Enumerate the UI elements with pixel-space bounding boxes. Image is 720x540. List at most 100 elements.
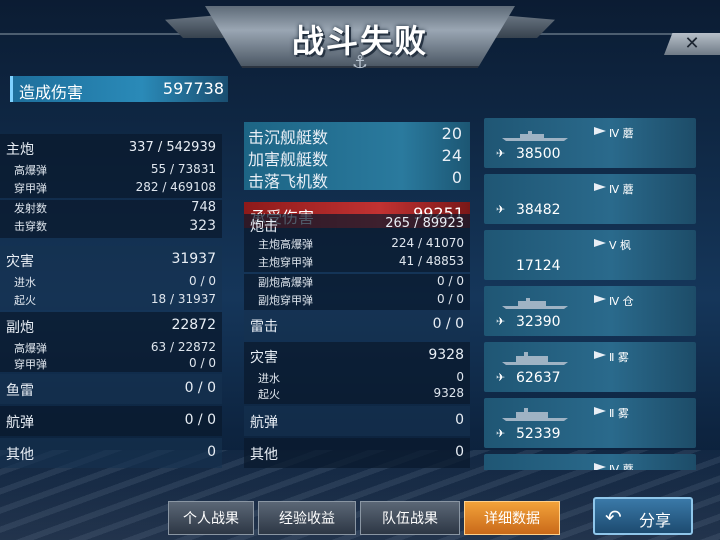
dealt-bomb-label: 航弹 — [6, 415, 34, 431]
kills-sunk-value: 20 — [441, 124, 462, 143]
dealt-pen-label: 击穿数 — [14, 220, 47, 233]
dealt-flood-row: 进水 0 / 0 — [0, 274, 222, 292]
dealt-sec-he-label: 高爆弹 — [14, 342, 47, 355]
ship-tier: Ⅱ 雾 — [609, 407, 629, 420]
dealt-fire-label: 起火 — [14, 294, 36, 307]
dealt-sec-he-value: 63 / 22872 — [150, 340, 216, 354]
tab-team-results[interactable]: 队伍战果 — [360, 501, 460, 535]
dealt-bomb-row: 航弹 0 / 0 — [0, 406, 222, 436]
dealt-sec-he-row: 高爆弹 63 / 22872 — [0, 340, 222, 356]
ship-card[interactable]: Ⅴ 枫 17124 — [484, 230, 696, 280]
kills-damaged-label: 加害舰艇数 — [248, 150, 329, 169]
taken-torpedo-value: 0 / 0 — [432, 316, 464, 332]
dealt-secondary-value: 22872 — [171, 317, 216, 333]
ship-silhouette-icon — [502, 408, 568, 421]
damage-icon: ✈ — [496, 315, 506, 328]
dealt-main-gun-value: 337 / 542939 — [128, 140, 216, 155]
back-arrow-icon: ↶ — [605, 505, 622, 529]
kills-panel: 击沉舰艇数 20 加害舰艇数 24 击落飞机数 0 — [244, 122, 470, 191]
taken-bomb-row: 航弹 0 — [244, 406, 470, 436]
taken-fire-label: 起火 — [258, 388, 280, 401]
dealt-main-gun-label: 主炮 — [6, 142, 34, 158]
taken-disaster-value: 9328 — [428, 347, 464, 363]
dealt-fire-row: 起火 18 / 31937 — [0, 292, 222, 310]
tab-exp-rewards[interactable]: 经验收益 — [258, 501, 356, 535]
taken-disaster-row: 灾害 9328 — [244, 342, 470, 370]
ship-damage: 38482 — [516, 202, 561, 218]
taken-sec-he-value: 0 / 0 — [437, 274, 464, 288]
taken-flood-value: 0 — [456, 370, 464, 384]
dealt-ap-value: 282 / 469108 — [135, 180, 216, 194]
ship-card[interactable]: Ⅳ 蘑 — [484, 454, 696, 470]
taken-gun-row: 炮击 265 / 89923 — [244, 214, 470, 236]
dealt-other-value: 0 — [207, 444, 216, 460]
damage-icon: ✈ — [496, 147, 506, 160]
taken-sec-he-row: 副炮高爆弹 0 / 0 — [244, 274, 470, 292]
ship-card[interactable]: Ⅱ 雾 ✈ 52339 — [484, 398, 696, 448]
dealt-bomb-value: 0 / 0 — [184, 412, 216, 428]
ship-tier: Ⅳ 蘑 — [609, 463, 634, 470]
taken-other-row: 其他 0 — [244, 438, 470, 468]
ship-list[interactable]: Ⅳ 蘑 ✈ 38500 Ⅳ 蘑 ✈ 38482 Ⅴ 枫 17124 Ⅳ 仓 ✈ … — [484, 116, 696, 470]
taken-main-he-label: 主炮高爆弹 — [258, 238, 313, 251]
dealt-main-gun-row: 主炮 337 / 542939 — [0, 134, 222, 162]
ship-card[interactable]: Ⅳ 蘑 ✈ 38482 — [484, 174, 696, 224]
ship-type-icon — [594, 407, 606, 415]
dealt-torpedo-row: 鱼雷 0 / 0 — [0, 374, 222, 404]
dealt-secondary-label: 副炮 — [6, 320, 34, 336]
ship-silhouette-icon — [502, 298, 568, 309]
ship-type-icon — [594, 295, 606, 303]
ship-tier: Ⅴ 枫 — [609, 239, 632, 252]
dealt-secondary-row: 副炮 22872 — [0, 312, 222, 340]
taken-sec-he-label: 副炮高爆弹 — [258, 276, 313, 289]
dealt-he-row: 高爆弹 55 / 73831 — [0, 162, 222, 180]
taken-sec-ap-row: 副炮穿甲弹 0 / 0 — [244, 292, 470, 310]
close-button[interactable]: ✕ — [664, 33, 720, 55]
kills-planes-row: 击落飞机数 0 — [244, 168, 470, 191]
ship-card[interactable]: Ⅳ 蘑 ✈ 38500 — [484, 118, 696, 168]
tab-personal-results[interactable]: 个人战果 — [168, 501, 254, 535]
dealt-torpedo-label: 鱼雷 — [6, 383, 34, 399]
kills-planes-value: 0 — [451, 168, 462, 187]
dealt-pen-row: 击穿数 323 — [0, 218, 222, 238]
dealt-flood-label: 进水 — [14, 276, 36, 289]
taken-main-he-row: 主炮高爆弹 224 / 41070 — [244, 236, 470, 254]
dealt-pen-value: 323 — [189, 218, 216, 234]
ship-tier: Ⅳ 仓 — [609, 295, 634, 308]
taken-disaster-label: 灾害 — [250, 350, 278, 366]
dealt-torpedo-value: 0 / 0 — [184, 380, 216, 396]
ship-type-icon — [594, 127, 606, 135]
taken-main-ap-label: 主炮穿甲弹 — [258, 256, 313, 269]
dealt-other-row: 其他 0 — [0, 438, 222, 468]
taken-fire-row: 起火 9328 — [244, 386, 470, 404]
ship-tier: Ⅱ 雾 — [609, 351, 629, 364]
ship-damage: 52339 — [516, 426, 561, 442]
ship-silhouette-icon — [502, 131, 568, 141]
dealt-fired-row: 发射数 748 — [0, 200, 222, 218]
ship-card[interactable]: Ⅳ 仓 ✈ 32390 — [484, 286, 696, 336]
dealt-sec-ap-row: 穿甲弹 0 / 0 — [0, 356, 222, 372]
kills-sunk-label: 击沉舰艇数 — [248, 128, 329, 147]
damage-icon: ✈ — [496, 371, 506, 384]
ship-damage: 32390 — [516, 314, 561, 330]
dealt-he-label: 高爆弹 — [14, 164, 47, 177]
dealt-disaster-row: 灾害 31937 — [0, 246, 222, 274]
taken-torpedo-row: 雷击 0 / 0 — [244, 310, 470, 340]
ship-type-icon — [594, 351, 606, 359]
ship-damage: 38500 — [516, 146, 561, 162]
taken-other-label: 其他 — [250, 447, 278, 463]
taken-gun-value: 265 / 89923 — [385, 216, 464, 231]
taken-sec-ap-label: 副炮穿甲弹 — [258, 294, 313, 307]
kills-damaged-value: 24 — [441, 146, 462, 165]
ship-card[interactable]: Ⅱ 雾 ✈ 62637 — [484, 342, 696, 392]
tab-detailed-data[interactable]: 详细数据 — [464, 501, 560, 535]
kills-sunk-row: 击沉舰艇数 20 — [244, 124, 470, 147]
damage-dealt-bar: 造成伤害 597738 — [10, 76, 228, 102]
ship-damage: 17124 — [516, 258, 561, 274]
ship-silhouette-icon — [502, 352, 568, 365]
ship-type-icon — [594, 183, 606, 191]
share-button[interactable]: ↶ 分享 — [593, 497, 693, 535]
taken-sec-ap-value: 0 / 0 — [437, 292, 464, 306]
share-label: 分享 — [639, 511, 672, 530]
anchor-icon: ⚓ — [351, 52, 369, 73]
